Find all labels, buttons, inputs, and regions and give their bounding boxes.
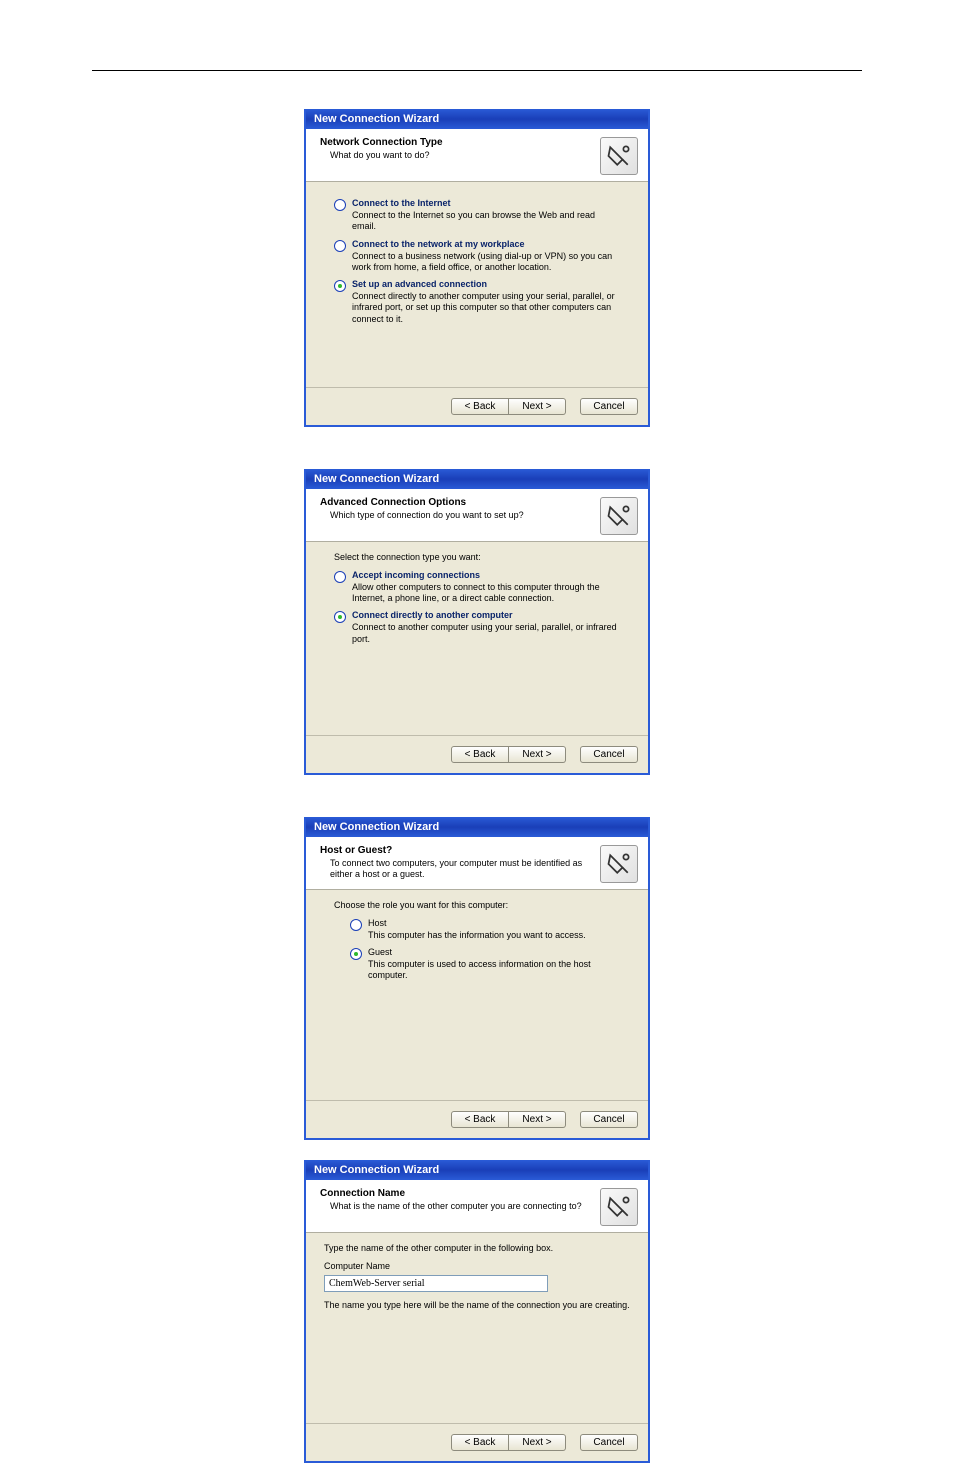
titlebar: New Connection Wizard (306, 817, 648, 837)
button-row: < Back Next > Cancel (306, 387, 648, 425)
wizard-host-guest: New Connection Wizard Host or Guest? To … (304, 817, 650, 1140)
cancel-button[interactable]: Cancel (580, 398, 638, 415)
header-subtitle: To connect two computers, your computer … (330, 858, 594, 881)
radio-option-incoming[interactable]: Accept incoming connections Allow other … (334, 570, 620, 605)
computer-name-label: Computer Name (324, 1261, 630, 1271)
cancel-button[interactable]: Cancel (580, 1434, 638, 1451)
wizard-icon (600, 845, 638, 883)
option-label: Set up an advanced connection (352, 279, 620, 289)
button-row: < Back Next > Cancel (306, 735, 648, 773)
radio-option-host[interactable]: Host This computer has the information y… (350, 918, 620, 941)
button-row: < Back Next > Cancel (306, 1423, 648, 1461)
titlebar: New Connection Wizard (306, 469, 648, 489)
wizard-icon (600, 497, 638, 535)
cancel-button[interactable]: Cancel (580, 1111, 638, 1128)
option-label: Accept incoming connections (352, 570, 620, 580)
option-desc: Connect to a business network (using dia… (352, 251, 620, 274)
next-button[interactable]: Next > (509, 398, 566, 415)
option-label: Connect to the Internet (352, 198, 620, 208)
titlebar: New Connection Wizard (306, 109, 648, 129)
radio-option-direct[interactable]: Connect directly to another computer Con… (334, 610, 620, 645)
radio-option-workplace[interactable]: Connect to the network at my workplace C… (334, 239, 620, 274)
computer-name-input[interactable] (324, 1275, 548, 1292)
option-desc: This computer is used to access informat… (368, 959, 620, 982)
wizard-header: Host or Guest? To connect two computers,… (306, 837, 648, 890)
wizard-header: Advanced Connection Options Which type o… (306, 489, 648, 542)
option-desc: This computer has the information you wa… (368, 930, 620, 941)
wizard-advanced-options: New Connection Wizard Advanced Connectio… (304, 469, 650, 775)
option-desc: Allow other computers to connect to this… (352, 582, 620, 605)
radio-option-advanced[interactable]: Set up an advanced connection Connect di… (334, 279, 620, 325)
wizard-icon (600, 137, 638, 175)
option-desc: Connect to the Internet so you can brows… (352, 210, 620, 233)
header-subtitle: What do you want to do? (330, 150, 594, 162)
button-row: < Back Next > Cancel (306, 1100, 648, 1138)
option-label: Connect directly to another computer (352, 610, 620, 620)
header-subtitle: Which type of connection do you want to … (330, 510, 594, 522)
wizard-body: Select the connection type you want: Acc… (306, 542, 648, 735)
header-subtitle: What is the name of the other computer y… (330, 1201, 594, 1213)
radio-icon (334, 240, 346, 252)
option-label: Host (368, 918, 620, 928)
option-label: Connect to the network at my workplace (352, 239, 620, 249)
titlebar: New Connection Wizard (306, 1160, 648, 1180)
radio-option-internet[interactable]: Connect to the Internet Connect to the I… (334, 198, 620, 233)
wizard-connection-name: New Connection Wizard Connection Name Wh… (304, 1160, 650, 1463)
back-button[interactable]: < Back (451, 1111, 509, 1128)
radio-icon (350, 948, 362, 960)
intro-text: Select the connection type you want: (334, 552, 620, 562)
header-title: Connection Name (320, 1188, 594, 1199)
wizard-body: Choose the role you want for this comput… (306, 890, 648, 1100)
next-button[interactable]: Next > (509, 1111, 566, 1128)
next-button[interactable]: Next > (509, 746, 566, 763)
option-label: Guest (368, 947, 620, 957)
radio-icon (350, 919, 362, 931)
intro-text: Type the name of the other computer in t… (324, 1243, 630, 1253)
radio-icon (334, 571, 346, 583)
radio-icon (334, 611, 346, 623)
option-desc: Connect directly to another computer usi… (352, 291, 620, 325)
next-button[interactable]: Next > (509, 1434, 566, 1451)
back-button[interactable]: < Back (451, 746, 509, 763)
back-button[interactable]: < Back (451, 1434, 509, 1451)
wizard-header: Network Connection Type What do you want… (306, 129, 648, 182)
cancel-button[interactable]: Cancel (580, 746, 638, 763)
back-button[interactable]: < Back (451, 398, 509, 415)
wizard-header: Connection Name What is the name of the … (306, 1180, 648, 1233)
radio-icon (334, 280, 346, 292)
wizard-network-connection-type: New Connection Wizard Network Connection… (304, 109, 650, 427)
radio-option-guest[interactable]: Guest This computer is used to access in… (350, 947, 620, 982)
wizard-body: Connect to the Internet Connect to the I… (306, 182, 648, 387)
radio-icon (334, 199, 346, 211)
option-desc: Connect to another computer using your s… (352, 622, 620, 645)
wizard-icon (600, 1188, 638, 1226)
intro-text: Choose the role you want for this comput… (334, 900, 620, 910)
helper-text: The name you type here will be the name … (324, 1300, 630, 1310)
header-title: Network Connection Type (320, 137, 594, 148)
wizard-body: Type the name of the other computer in t… (306, 1233, 648, 1423)
header-title: Advanced Connection Options (320, 497, 594, 508)
header-title: Host or Guest? (320, 845, 594, 856)
